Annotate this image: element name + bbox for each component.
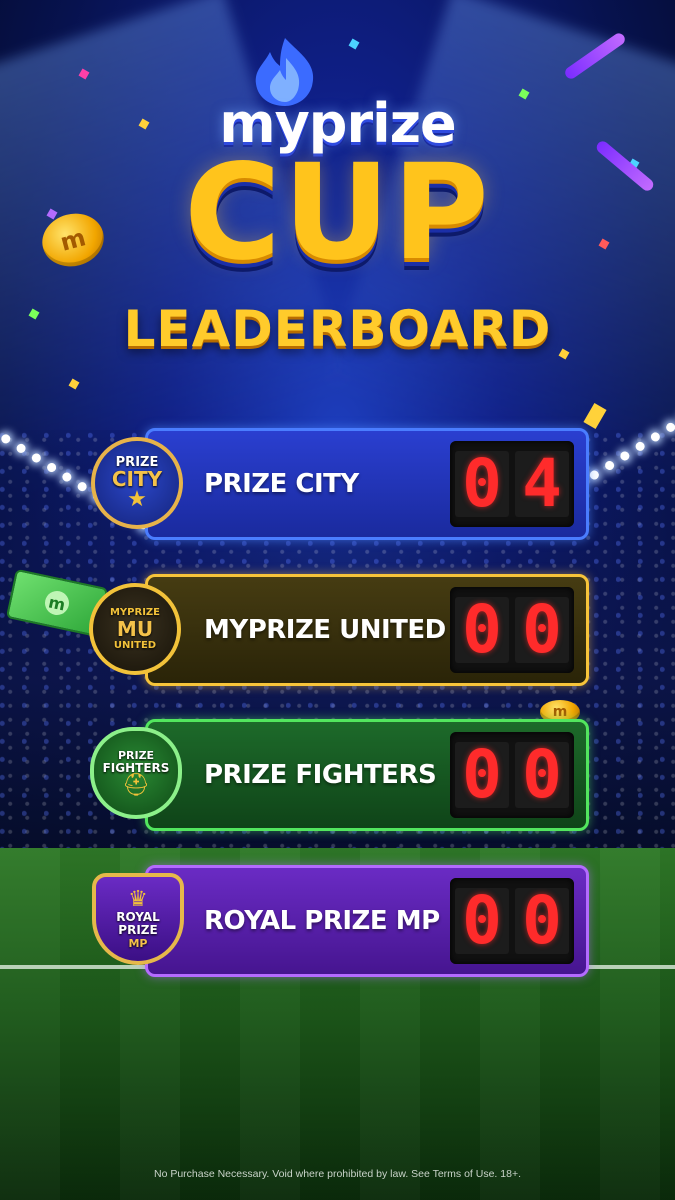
score-digit: 0: [455, 451, 509, 517]
crest-text-bottom: CITY: [111, 466, 163, 491]
leaderboard-row-prize-fighters: PRIZE FIGHTERS 0 0: [145, 719, 589, 831]
team-name: ROYAL PRIZE MP: [204, 906, 440, 936]
crest-text-middle: PRIZE: [118, 922, 158, 937]
cup-title: CUP: [184, 136, 491, 290]
prize-fighters-crest: PRIZE FIGHTERS ⛑: [90, 727, 182, 819]
team-name: PRIZE FIGHTERS: [204, 760, 437, 790]
leaderboard-screen: m m m myprize CUP LEADERBOARD PRIZE CITY…: [0, 0, 675, 1200]
crown-icon: ♛: [128, 886, 148, 912]
score-digit: 0: [455, 888, 509, 954]
royal-prize-mp-crest: ♛ ROYAL PRIZE MP: [92, 873, 184, 965]
crest-monogram: MU: [116, 617, 154, 641]
score-display: 0 0: [450, 587, 574, 673]
team-name: MYPRIZE UNITED: [204, 615, 446, 645]
leaderboard-title: LEADERBOARD: [123, 300, 552, 358]
score-digit: 0: [455, 742, 509, 808]
leaderboard-row-prize-city: PRIZE CITY 0 4: [145, 428, 589, 540]
crest-text-bottom: UNITED: [113, 640, 157, 651]
score-display: 0 0: [450, 732, 574, 818]
money-bill-symbol: m: [42, 588, 72, 618]
score-digit: 0: [455, 597, 509, 663]
helmet-icon: ⛑: [122, 773, 150, 798]
leaderboard-row-myprize-united: MYPRIZE UNITED 0 0: [145, 574, 589, 686]
score-display: 0 4: [450, 441, 574, 527]
crest-text-top: ROYAL: [116, 909, 160, 924]
prize-city-crest: PRIZE CITY ★: [91, 437, 183, 529]
team-name: PRIZE CITY: [204, 469, 359, 499]
score-digit: 0: [515, 888, 569, 954]
score-digit: 0: [515, 742, 569, 808]
legal-disclaimer: No Purchase Necessary. Void where prohib…: [153, 1168, 521, 1180]
score-digit: 4: [515, 451, 569, 517]
leaderboard-row-royal-prize-mp: ROYAL PRIZE MP 0 0: [145, 865, 589, 977]
crest-text-bottom: MP: [128, 936, 148, 950]
score-display: 0 0: [450, 878, 574, 964]
myprize-united-crest: MYPRIZE MU UNITED: [89, 583, 181, 675]
score-digit: 0: [515, 597, 569, 663]
confetti-icon: [348, 38, 360, 50]
star-icon: ★: [127, 486, 147, 512]
